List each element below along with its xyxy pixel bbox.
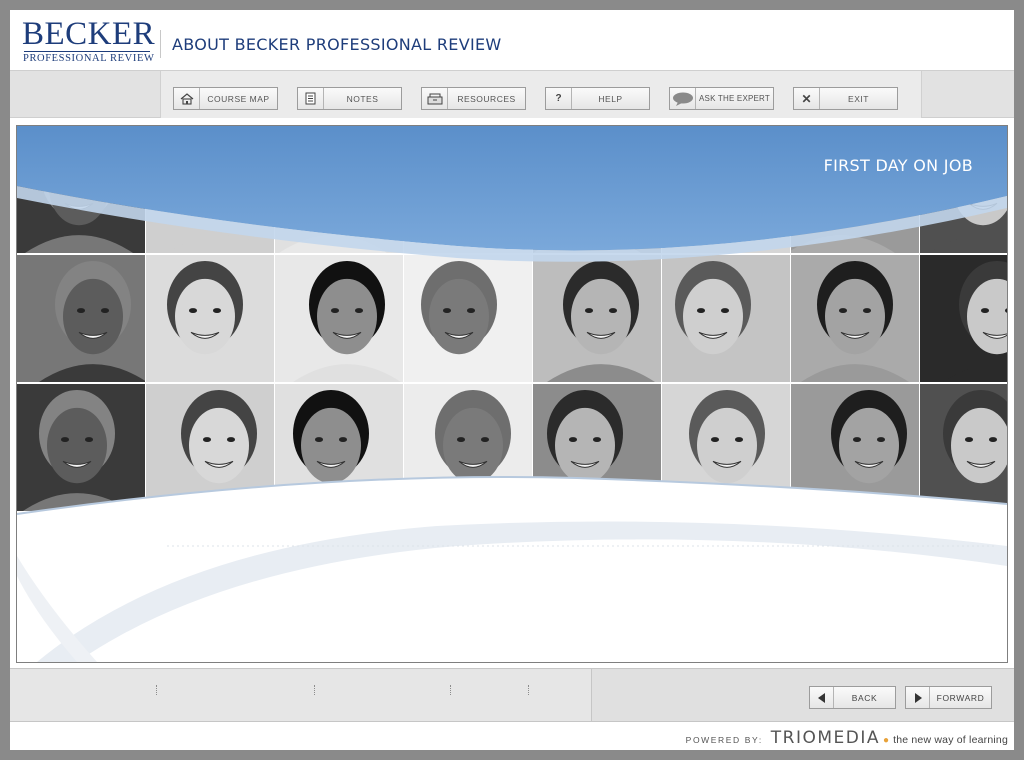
portrait-photo xyxy=(17,384,145,511)
triangle-right-icon xyxy=(906,687,930,708)
notes-button[interactable]: NOTES xyxy=(297,87,402,110)
help-button[interactable]: ? HELP xyxy=(545,87,650,110)
portrait-photo xyxy=(275,384,403,511)
footer-tagline: the new way of learning xyxy=(893,734,1008,746)
course-map-label: COURSE MAP xyxy=(207,93,270,104)
portrait-photo xyxy=(146,255,274,382)
triangle-left-icon xyxy=(810,687,834,708)
portrait-photo xyxy=(920,126,1007,253)
portrait-photo xyxy=(533,384,661,511)
portrait-photo xyxy=(533,126,661,253)
portrait-photo xyxy=(404,255,532,382)
portrait-photo xyxy=(920,384,1007,511)
resources-button[interactable]: RESOURCES xyxy=(421,87,526,110)
portrait-photo xyxy=(17,255,145,382)
header-divider xyxy=(160,30,161,58)
portrait-photo xyxy=(791,126,919,253)
portrait-photo xyxy=(662,384,790,511)
progress-marker xyxy=(156,685,157,695)
portrait-photo xyxy=(17,126,145,253)
photo-collage xyxy=(17,126,1007,516)
logo-wordmark: BECKER xyxy=(22,16,156,52)
help-label: HELP xyxy=(598,93,623,104)
resources-label: RESOURCES xyxy=(457,93,516,104)
header: BECKER PROFESSIONAL REVIEW ABOUT BECKER … xyxy=(10,10,1014,70)
slide-content: FIRST DAY ON JOB xyxy=(16,125,1008,663)
becker-logo: BECKER PROFESSIONAL REVIEW xyxy=(22,16,156,64)
progress-marker xyxy=(450,685,451,695)
speech-bubble-icon xyxy=(670,88,696,109)
portrait-photo xyxy=(404,126,532,253)
footer: POWERED BY: TRIOMEDIA ● the new way of l… xyxy=(10,722,1014,750)
portrait-photo xyxy=(146,384,274,511)
portrait-photo xyxy=(662,255,790,382)
portrait-photo xyxy=(275,255,403,382)
orange-dot-icon: ● xyxy=(883,735,890,746)
portrait-photo xyxy=(533,255,661,382)
portrait-photo xyxy=(146,126,274,253)
toolbar-button-group: COURSE MAP NOTES RESOURCES ? HELP ASK TH… xyxy=(160,71,922,118)
progress-marker xyxy=(528,685,529,695)
forward-label: FORWARD xyxy=(936,692,985,703)
toolbar: COURSE MAP NOTES RESOURCES ? HELP ASK TH… xyxy=(10,70,1014,118)
question-icon: ? xyxy=(546,88,572,109)
progress-marker xyxy=(314,685,315,695)
filebox-icon xyxy=(422,88,448,109)
logo-rule xyxy=(24,51,150,52)
exit-label: EXIT xyxy=(848,93,869,104)
portrait-photo xyxy=(791,384,919,511)
portrait-photo xyxy=(662,126,790,253)
powered-by: POWERED BY: TRIOMEDIA ● the new way of l… xyxy=(686,728,1008,748)
portrait-photo xyxy=(275,126,403,253)
logo-subtitle: PROFESSIONAL REVIEW xyxy=(23,53,155,64)
app-window: BECKER PROFESSIONAL REVIEW ABOUT BECKER … xyxy=(10,10,1014,750)
bottom-nav-bar: BACK FORWARD xyxy=(10,668,1014,722)
back-button[interactable]: BACK xyxy=(809,686,896,709)
slide-title: FIRST DAY ON JOB xyxy=(823,156,973,175)
house-icon xyxy=(174,88,200,109)
document-icon xyxy=(298,88,324,109)
portrait-photo xyxy=(404,384,532,511)
ask-the-expert-label: ASK THE EXPERT xyxy=(699,94,770,103)
exit-button[interactable]: ✕ EXIT xyxy=(793,87,898,110)
progress-area xyxy=(10,669,592,721)
ask-the-expert-button[interactable]: ASK THE EXPERT xyxy=(669,87,774,110)
course-map-button[interactable]: COURSE MAP xyxy=(173,87,278,110)
page-title: ABOUT BECKER PROFESSIONAL REVIEW xyxy=(172,35,502,54)
portrait-photo xyxy=(920,255,1007,382)
forward-button[interactable]: FORWARD xyxy=(905,686,992,709)
back-label: BACK xyxy=(851,692,878,703)
powered-by-label: POWERED BY: xyxy=(685,735,763,745)
portrait-photo xyxy=(791,255,919,382)
close-icon: ✕ xyxy=(794,88,820,109)
triomedia-logo: TRIOMEDIA xyxy=(770,728,881,748)
notes-label: NOTES xyxy=(346,93,379,104)
